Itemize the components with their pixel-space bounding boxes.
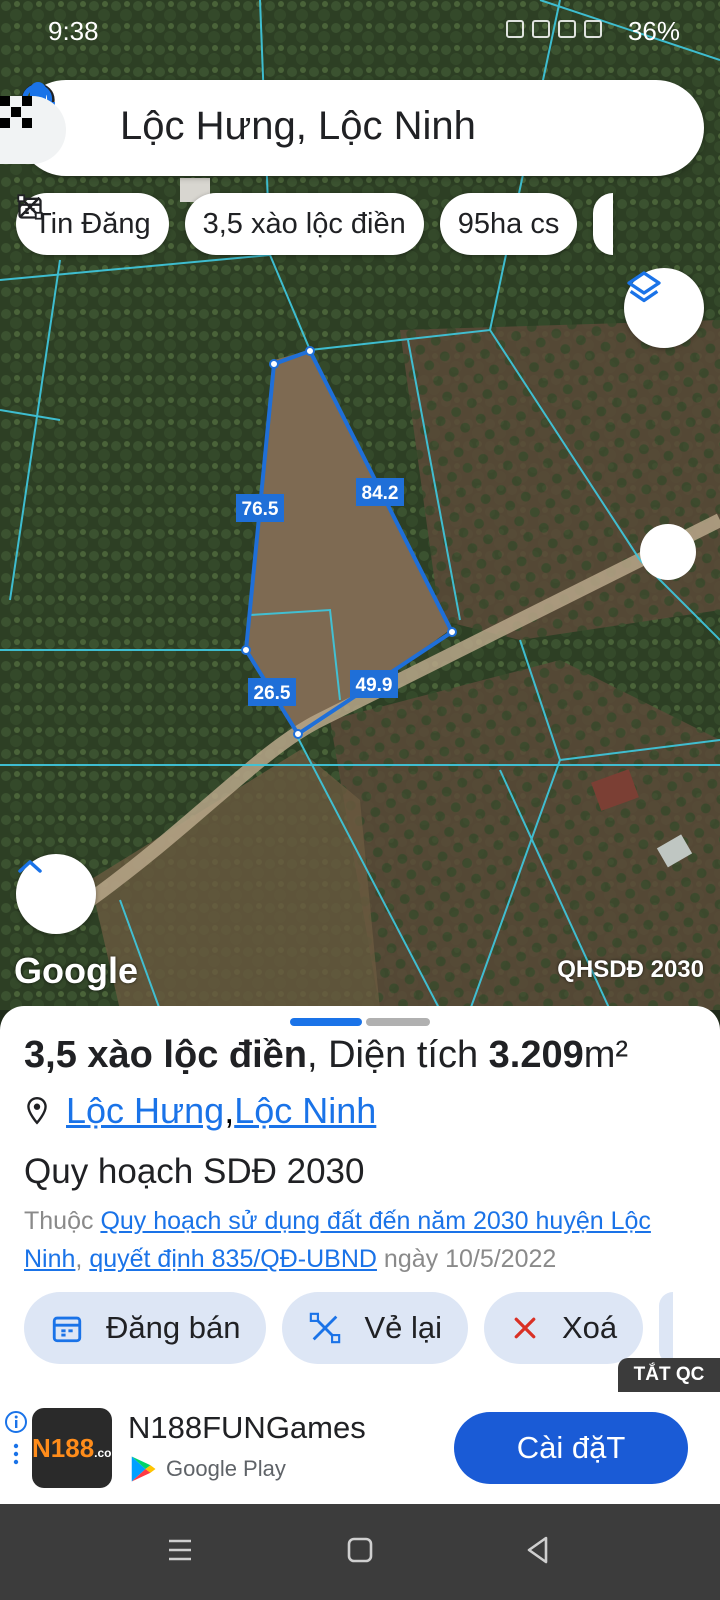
sheet-handle[interactable]: [290, 1018, 362, 1026]
map-handle-dot[interactable]: [640, 524, 696, 580]
location-row: Lộc Hưng, Lộc Ninh: [24, 1090, 376, 1132]
edge-label-southwest: 26.5: [254, 683, 291, 704]
battery-icon: [584, 20, 602, 38]
qr-logo-icon: [0, 96, 32, 128]
location-pin-icon: [27, 1096, 47, 1125]
google-logo: Google: [14, 950, 138, 991]
ad-banner[interactable]: N188.com N188FUNGames Google Play Cài đặ…: [0, 1392, 720, 1504]
listing-title: 3,5 xào lộc điền, Diện tích 3.209m²: [24, 1034, 628, 1077]
wifi-icon: [532, 20, 550, 38]
post-sale-label: Đăng bán: [106, 1310, 241, 1345]
listing-sheet: 3,5 xào lộc điền, Diện tích 3.209m² Lộc …: [0, 1006, 720, 1392]
action-buttons: Đăng bán Vẻ lại Xoá: [24, 1292, 674, 1364]
listing-name: 3,5 xào lộc điền: [24, 1034, 307, 1076]
chip-label: Tin Đăng: [34, 207, 151, 240]
status-time: 9:38: [48, 16, 99, 46]
area-value: 3.209: [488, 1034, 584, 1076]
ad-app-logo[interactable]: N188.com: [32, 1408, 122, 1488]
ad-off-button[interactable]: TẮT QC: [618, 1358, 720, 1392]
chip-more[interactable]: [593, 193, 614, 255]
search-bar[interactable]: Lộc Hưng, Lộc Ninh: [18, 80, 704, 176]
chip-plot-2[interactable]: 95ha cs: [17, 193, 578, 255]
plan-prefix: Thuộc: [24, 1207, 101, 1235]
decision-link[interactable]: quyết định 835/QĐ-UBND: [89, 1245, 377, 1273]
battery-level: 36%: [627, 16, 680, 46]
edge-label-east: 84.2: [362, 483, 399, 504]
close-icon: [514, 1317, 536, 1339]
filter-chips: Tin Đăng 3,5 xào lộc điền 95ha cs: [16, 193, 614, 257]
expand-up-button[interactable]: [16, 854, 96, 934]
search-input[interactable]: Lộc Hưng, Lộc Ninh: [120, 104, 476, 149]
chevron-up-icon: [18, 860, 42, 873]
home-icon[interactable]: [346, 1534, 374, 1566]
delete-label: Xoá: [562, 1310, 618, 1345]
location-separator: ,: [224, 1090, 235, 1131]
ad-app-name[interactable]: N188FUNGames: [128, 1410, 366, 1446]
district-link[interactable]: Lộc Ninh: [234, 1090, 376, 1132]
app-logo[interactable]: [0, 96, 66, 164]
more-action-button[interactable]: [659, 1292, 674, 1364]
back-icon[interactable]: [524, 1534, 552, 1566]
status-bar: 9:38 36%: [0, 0, 720, 62]
install-button[interactable]: Cài đặT: [454, 1412, 688, 1484]
recent-apps-icon[interactable]: [166, 1534, 194, 1566]
redraw-button[interactable]: Vẻ lại: [282, 1292, 468, 1364]
commune-link[interactable]: Lộc Hưng: [66, 1090, 224, 1132]
signal-icon: [558, 20, 576, 38]
redraw-label: Vẻ lại: [364, 1310, 442, 1345]
decision-date: ngày 10/5/2022: [376, 1245, 557, 1273]
draw-polygon-icon: [310, 1312, 341, 1344]
chip-label: 3,5 xào lộc điền: [202, 207, 406, 240]
plan-comma: ,: [75, 1245, 90, 1273]
status-icons: [506, 20, 602, 38]
satellite-map[interactable]: 76.5 84.2 26.5 49.9 9:38 36% Lộc Hưng, L…: [0, 0, 720, 1010]
delete-button[interactable]: Xoá: [484, 1292, 644, 1364]
post-sale-button[interactable]: Đăng bán: [24, 1292, 267, 1364]
edge-label-south: 49.9: [356, 675, 393, 696]
ad-store: Google Play: [128, 1454, 286, 1484]
ad-info-icon[interactable]: [4, 1410, 28, 1470]
layers-button[interactable]: [624, 268, 704, 348]
plan-description: Thuộc Quy hoạch sử dụng đất đến năm 2030…: [24, 1202, 704, 1278]
sheet-page-indicator[interactable]: [366, 1018, 430, 1026]
ad-logo-text: N188: [32, 1433, 95, 1463]
area-unit: m²: [583, 1034, 629, 1076]
chip-plot-1[interactable]: 3,5 xào lộc điền: [17, 193, 424, 255]
ad-logo-sub: .com: [94, 1446, 123, 1460]
calendar-icon: [52, 1316, 82, 1343]
layers-icon: [627, 271, 661, 303]
plan-layer-label: QHSDĐ 2030: [557, 956, 704, 983]
area-prefix: , Diện tích: [307, 1034, 489, 1076]
notification-icon: [506, 20, 524, 38]
google-play-icon: [131, 1456, 156, 1482]
system-nav-bar: [0, 1504, 720, 1600]
edge-label-west: 76.5: [242, 499, 279, 520]
plan-title: Quy hoạch SDĐ 2030: [24, 1152, 365, 1191]
draw-polygon-icon: [17, 194, 43, 220]
ad-store-label: Google Play: [166, 1456, 286, 1481]
chip-label: 95ha cs: [457, 207, 560, 240]
